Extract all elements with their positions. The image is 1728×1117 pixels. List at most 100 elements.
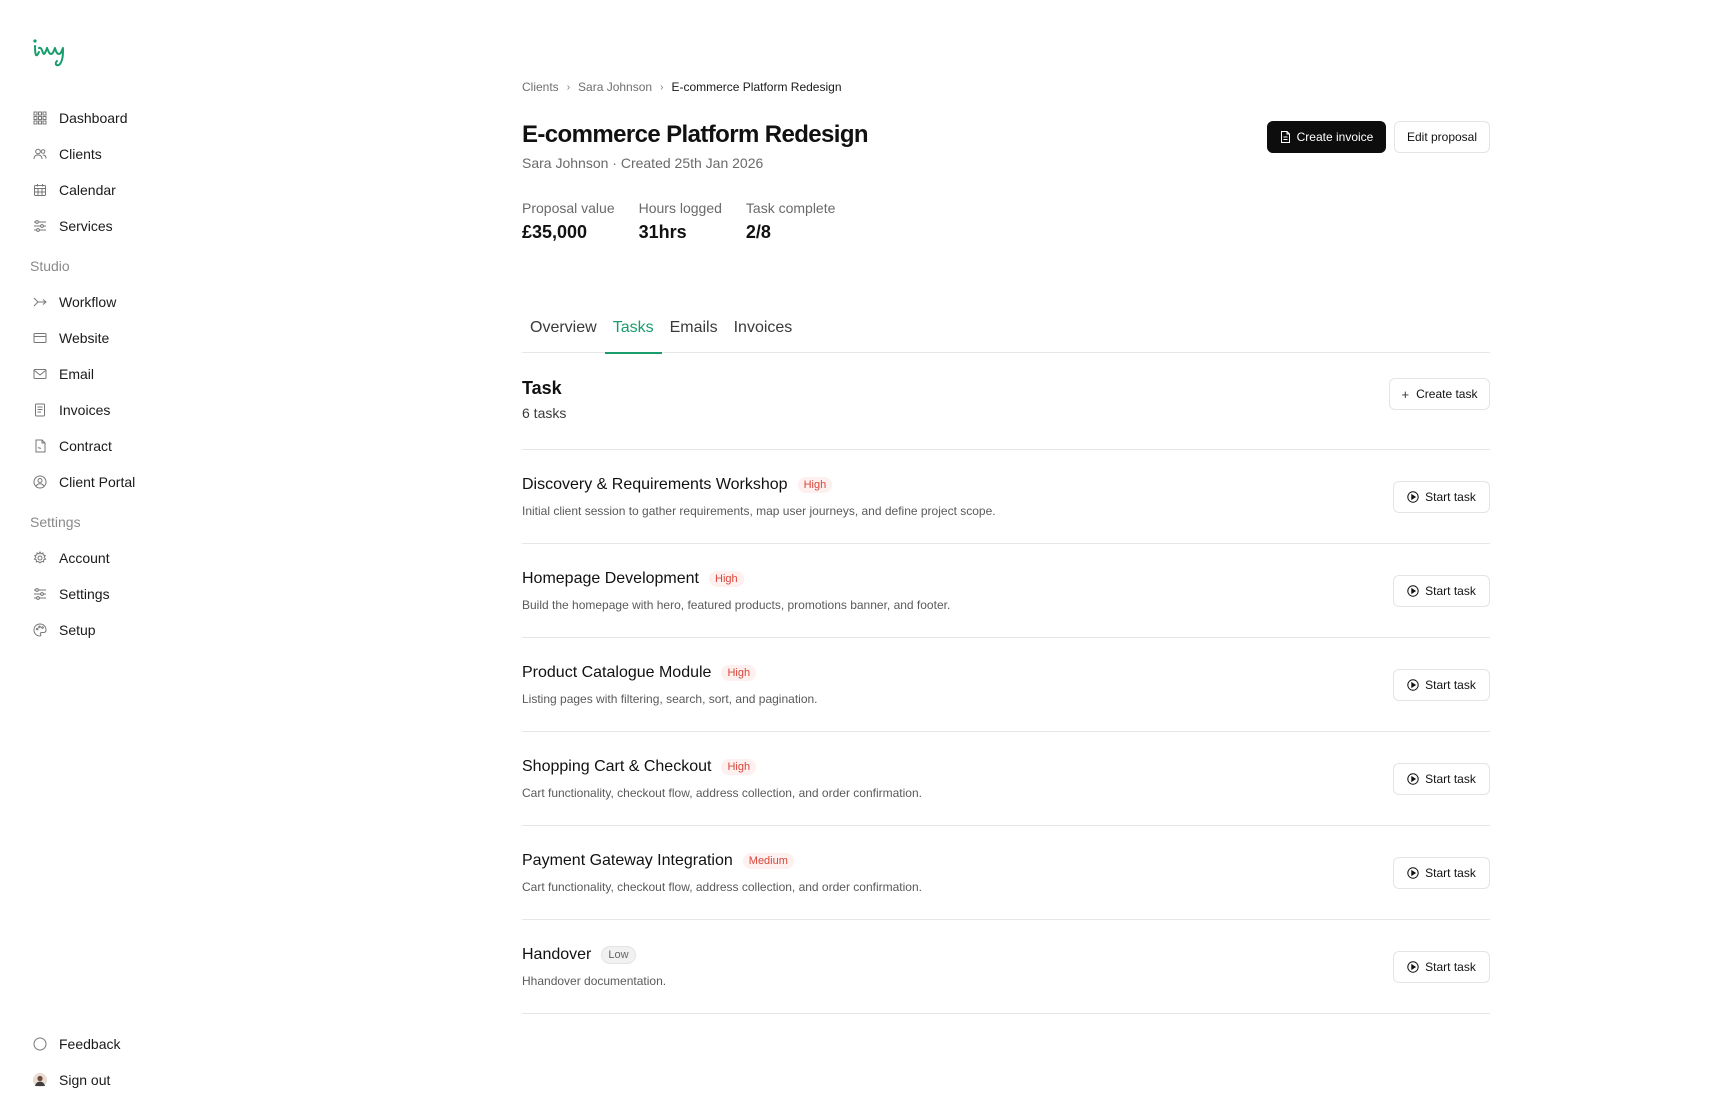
users-icon xyxy=(33,147,47,161)
palette-icon xyxy=(33,623,47,637)
sidebar-item-label: Dashboard xyxy=(59,110,128,126)
task-title-line: Handover Low xyxy=(522,946,636,964)
task-name[interactable]: Homepage Development xyxy=(522,570,699,588)
start-task-button[interactable]: Start task xyxy=(1393,481,1490,513)
tab-tasks[interactable]: Tasks xyxy=(604,308,662,354)
sidebar-item-label: Invoices xyxy=(59,402,111,418)
task-list: Discovery & Requirements Workshop High I… xyxy=(522,450,1490,1014)
start-task-button[interactable]: Start task xyxy=(1393,575,1490,607)
sidebar-item-label: Feedback xyxy=(59,1036,121,1052)
start-task-label: Start task xyxy=(1425,678,1476,692)
stat-label: Proposal value xyxy=(522,200,615,216)
play-circle-icon xyxy=(1407,961,1419,973)
stat-value: 2/8 xyxy=(745,222,771,242)
sidebar-item-label: Setup xyxy=(59,622,96,638)
task-title-line: Payment Gateway Integration Medium xyxy=(522,852,794,870)
create-invoice-button[interactable]: Create invoice xyxy=(1267,121,1386,153)
breadcrumb-item-clients[interactable]: Clients xyxy=(522,80,559,94)
logo-mark xyxy=(33,39,64,67)
stat-proposal-value: Proposal value £35,000 xyxy=(522,200,615,243)
sliders-icon xyxy=(33,587,47,601)
create-task-label: Create task xyxy=(1416,387,1478,401)
breadcrumb-item-client[interactable]: Sara Johnson xyxy=(578,80,652,94)
chevron-right-icon: › xyxy=(566,81,571,93)
tab-overview[interactable]: Overview xyxy=(522,308,605,353)
stat-label: Task complete xyxy=(745,200,836,216)
edit-proposal-button[interactable]: Edit proposal xyxy=(1394,121,1490,153)
tab-invoices[interactable]: Invoices xyxy=(726,308,801,353)
start-task-button[interactable]: Start task xyxy=(1393,669,1490,701)
sidebar-item-client-portal[interactable]: Client Portal xyxy=(30,464,270,500)
document-icon xyxy=(1280,131,1291,143)
start-task-button[interactable]: Start task xyxy=(1393,763,1490,795)
stat-label: Hours logged xyxy=(638,200,722,216)
sidebar-item-label: Workflow xyxy=(59,294,117,310)
plus-icon: + xyxy=(1401,386,1410,402)
task-name[interactable]: Shopping Cart & Checkout xyxy=(522,758,711,776)
create-task-button[interactable]: + Create task xyxy=(1389,378,1490,410)
task-description: Listing pages with filtering, search, so… xyxy=(522,692,818,706)
grid-icon xyxy=(33,111,47,125)
priority-badge: High xyxy=(721,759,757,775)
task-name[interactable]: Product Catalogue Module xyxy=(522,664,711,682)
sidebar-item-feedback[interactable]: Feedback xyxy=(30,1026,270,1062)
sidebar-item-setup[interactable]: Setup xyxy=(30,612,270,648)
start-task-button[interactable]: Start task xyxy=(1393,857,1490,889)
task-title-line: Homepage Development High xyxy=(522,570,744,588)
task-title-line: Product Catalogue Module High xyxy=(522,664,757,682)
sidebar-item-account[interactable]: Account xyxy=(30,540,270,576)
task-name[interactable]: Discovery & Requirements Workshop xyxy=(522,476,788,494)
play-circle-icon xyxy=(1407,679,1419,691)
gear-icon xyxy=(33,551,47,565)
sidebar-item-label: Sign out xyxy=(59,1072,111,1088)
avatar-icon xyxy=(33,1073,47,1087)
sidebar-item-services[interactable]: Services xyxy=(30,208,270,244)
sidebar-item-email[interactable]: Email xyxy=(30,356,270,392)
sidebar-item-label: Contract xyxy=(59,438,112,454)
sidebar-item-calendar[interactable]: Calendar xyxy=(30,172,270,208)
tab-bar: Overview Tasks Emails Invoices xyxy=(522,308,1490,354)
priority-badge: High xyxy=(709,571,744,587)
sidebar-item-label: Calendar xyxy=(59,182,116,198)
sidebar-item-dashboard[interactable]: Dashboard xyxy=(30,100,270,136)
play-circle-icon xyxy=(1407,867,1419,879)
start-task-button[interactable]: Start task xyxy=(1393,951,1490,983)
sidebar-item-clients[interactable]: Clients xyxy=(30,136,270,172)
task-row: Discovery & Requirements Workshop High I… xyxy=(522,450,1490,544)
start-task-label: Start task xyxy=(1425,584,1476,598)
stat-value: 31hrs xyxy=(638,222,687,242)
sidebar-item-sign-out[interactable]: Sign out xyxy=(30,1062,270,1098)
sliders-icon xyxy=(33,219,47,233)
sidebar-item-contract[interactable]: Contract xyxy=(30,428,270,464)
breadcrumb: Clients › Sara Johnson › E-commerce Plat… xyxy=(522,80,842,94)
breadcrumb-item-current: E-commerce Platform Redesign xyxy=(671,80,842,94)
create-invoice-label: Create invoice xyxy=(1296,130,1374,144)
task-row: Handover Low Hhandover documentation. St… xyxy=(522,920,1490,1014)
play-circle-icon xyxy=(1407,491,1419,503)
priority-badge: High xyxy=(797,477,833,493)
tab-emails[interactable]: Emails xyxy=(662,308,726,353)
start-task-label: Start task xyxy=(1425,960,1476,974)
sidebar-item-invoices[interactable]: Invoices xyxy=(30,392,270,428)
mail-icon xyxy=(33,367,47,381)
circle-icon xyxy=(33,1037,47,1051)
ivy-logo[interactable] xyxy=(32,36,76,72)
task-name[interactable]: Handover xyxy=(522,946,591,964)
receipt-icon xyxy=(33,403,47,417)
sidebar-item-label: Website xyxy=(59,330,110,346)
sidebar: Dashboard Clients Calendar Services Stud… xyxy=(0,0,300,1117)
task-row: Product Catalogue Module High Listing pa… xyxy=(522,638,1490,732)
stats-row: Proposal value £35,000 Hours logged 31hr… xyxy=(522,200,859,243)
sidebar-item-label: Account xyxy=(59,550,110,566)
play-circle-icon xyxy=(1407,773,1419,785)
document-icon xyxy=(33,439,47,453)
task-name[interactable]: Payment Gateway Integration xyxy=(522,852,733,870)
task-section-header: Task 6 tasks + Create task xyxy=(522,378,1490,450)
sidebar-item-label: Client Portal xyxy=(59,474,136,490)
sidebar-item-label: Clients xyxy=(59,146,102,162)
sidebar-item-settings[interactable]: Settings xyxy=(30,576,270,612)
start-task-label: Start task xyxy=(1425,772,1476,786)
sidebar-item-website[interactable]: Website xyxy=(30,320,270,356)
stat-hours-logged: Hours logged 31hrs xyxy=(639,200,722,243)
sidebar-item-workflow[interactable]: Workflow xyxy=(30,284,270,320)
